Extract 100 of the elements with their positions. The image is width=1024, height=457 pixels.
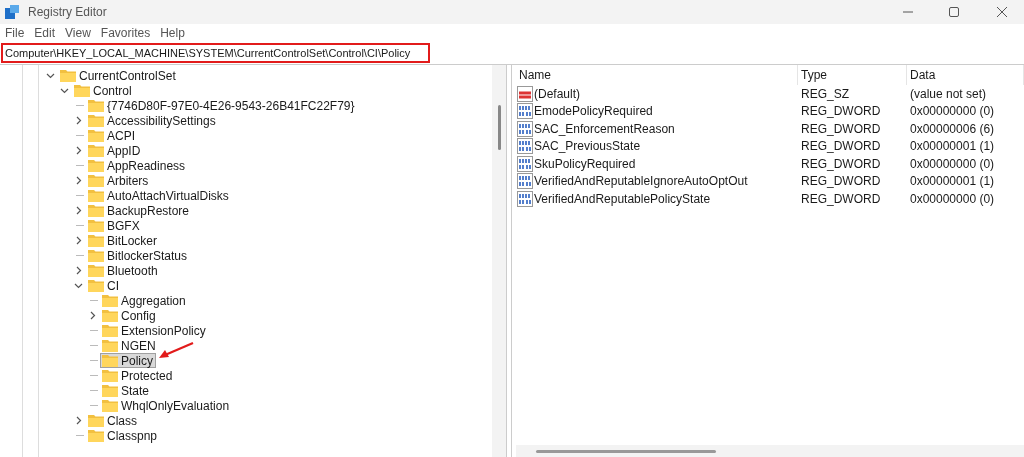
chevron-icon[interactable] (74, 266, 83, 275)
value-type: REG_DWORD (800, 138, 882, 156)
folder-icon (102, 309, 118, 322)
chevron-icon[interactable] (60, 86, 69, 95)
vertical-scrollbar[interactable] (492, 65, 506, 457)
value-data: 0x00000001 (1) (909, 138, 996, 156)
folder-icon (88, 279, 104, 292)
folder-icon (88, 234, 104, 247)
tree-item[interactable]: {7746D80F-97E0-4E26-9543-26B41FC22F79} (86, 98, 358, 113)
app-icon (5, 5, 19, 19)
folder-icon (102, 324, 118, 337)
folder-icon (88, 99, 104, 112)
chevron-icon[interactable] (74, 416, 83, 425)
folder-icon (88, 114, 104, 127)
value-name[interactable]: SkuPolicyRequired (534, 154, 636, 173)
menu-item[interactable]: Edit (29, 24, 61, 42)
tree-item[interactable]: ExtensionPolicy (100, 323, 209, 338)
binary-value-icon (517, 138, 533, 155)
chevron-icon[interactable] (46, 71, 55, 80)
value-data: 0x00000000 (0) (909, 103, 996, 121)
tree-item[interactable]: BitlockerStatus (86, 248, 191, 263)
chevron-icon[interactable] (74, 281, 83, 290)
binary-value-icon (517, 120, 533, 137)
value-type: REG_DWORD (800, 190, 882, 208)
folder-icon (88, 219, 104, 232)
binary-value-icon (517, 173, 533, 190)
chevron-icon[interactable] (74, 236, 83, 245)
value-name[interactable]: VerifiedAndReputableIgnoreAutoOptOut (534, 172, 748, 191)
folder-icon (88, 189, 104, 202)
tree-item[interactable]: AppID (86, 143, 144, 158)
folder-icon (88, 174, 104, 187)
horizontal-scrollbar[interactable] (516, 445, 1024, 457)
tree-item[interactable]: BitLocker (86, 233, 161, 248)
menu-item[interactable]: View (60, 24, 96, 42)
value-type: REG_SZ (800, 85, 850, 103)
column-header[interactable]: Name (516, 65, 798, 85)
window-title: Registry Editor (28, 4, 107, 21)
tree-item[interactable]: WhqlOnlyEvaluation (100, 398, 233, 413)
folder-icon (74, 84, 90, 97)
chevron-icon[interactable] (74, 146, 83, 155)
folder-icon (88, 264, 104, 277)
tree-item[interactable]: AutoAttachVirtualDisks (86, 188, 232, 203)
menu-item[interactable]: Favorites (95, 24, 156, 42)
value-type: REG_DWORD (800, 120, 882, 138)
tree-item[interactable]: CI (86, 278, 122, 293)
folder-icon (88, 414, 104, 427)
value-data: 0x00000000 (0) (909, 190, 996, 208)
menu-item[interactable]: File (0, 24, 30, 42)
tree-item[interactable]: AccessibilitySettings (86, 113, 219, 128)
tree-item[interactable]: BGFX (86, 218, 143, 233)
value-name[interactable]: EmodePolicyRequired (534, 102, 653, 121)
value-data: 0x00000006 (6) (909, 120, 996, 138)
close-icon[interactable] (997, 7, 1007, 17)
chevron-icon[interactable] (88, 311, 97, 320)
chevron-icon[interactable] (74, 116, 83, 125)
maximize-icon[interactable] (949, 7, 959, 17)
folder-icon (88, 129, 104, 142)
tree-item[interactable]: Class (86, 413, 140, 428)
chevron-icon[interactable] (74, 176, 83, 185)
tree-item[interactable]: ACPI (86, 128, 138, 143)
column-header[interactable]: Type (798, 65, 907, 85)
folder-icon (102, 339, 118, 352)
value-type: REG_DWORD (800, 155, 882, 173)
tree-item[interactable]: Classpnp (86, 428, 161, 443)
binary-value-icon (517, 155, 533, 172)
value-name[interactable]: SAC_EnforcementReason (534, 119, 675, 138)
tree-item[interactable]: State (100, 383, 153, 398)
binary-value-icon (517, 190, 533, 207)
tree-item[interactable]: Control (72, 83, 135, 98)
value-type: REG_DWORD (800, 103, 882, 121)
tree-item[interactable]: BackupRestore (86, 203, 193, 218)
value-name[interactable]: SAC_PreviousState (534, 137, 641, 156)
menu-item[interactable]: Help (155, 24, 190, 42)
tree-item[interactable]: NGEN (100, 338, 159, 353)
tree-item[interactable]: Arbiters (86, 173, 152, 188)
chevron-icon[interactable] (74, 206, 83, 215)
value-data: 0x00000001 (1) (909, 173, 996, 191)
tree-item[interactable]: CurrentControlSet (58, 68, 179, 83)
folder-icon (102, 369, 118, 382)
address-bar[interactable]: Computer\HKEY_LOCAL_MACHINE\SYSTEM\CurrentControlSet\Control\CI\Policy (1, 43, 431, 63)
folder-icon (88, 429, 104, 442)
tree-item[interactable]: Config (100, 308, 159, 323)
folder-icon (102, 354, 118, 367)
folder-icon (88, 144, 104, 157)
tree-item[interactable]: Policy (100, 353, 156, 368)
binary-value-icon (517, 103, 533, 120)
folder-icon (88, 204, 104, 217)
folder-icon (102, 294, 118, 307)
folder-icon (88, 159, 104, 172)
tree-item[interactable]: Bluetooth (86, 263, 161, 278)
tree-item[interactable]: Aggregation (100, 293, 189, 308)
column-header[interactable]: Data (907, 65, 1024, 85)
value-name[interactable]: (Default) (534, 84, 580, 103)
value-data: 0x00000000 (0) (909, 155, 996, 173)
value-name[interactable]: VerifiedAndReputablePolicyState (534, 189, 711, 208)
tree-item[interactable]: AppReadiness (86, 158, 189, 173)
folder-icon (102, 384, 118, 397)
folder-icon (102, 399, 118, 412)
folder-icon (88, 249, 104, 262)
tree-item[interactable]: Protected (100, 368, 176, 383)
